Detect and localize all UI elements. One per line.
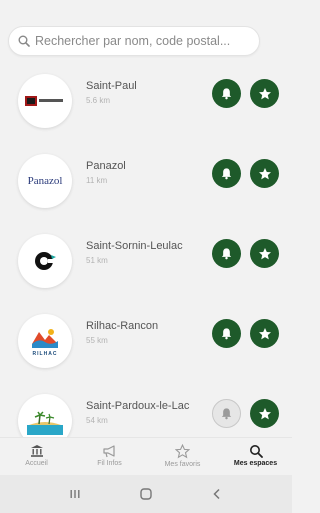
- commune-name: Saint-Pardoux-le-Lac: [86, 400, 190, 412]
- tab-mes-espaces[interactable]: Mes espaces: [219, 438, 292, 475]
- star-icon: [258, 407, 271, 419]
- commune-distance: 55 km: [86, 336, 108, 345]
- alert-button[interactable]: [212, 239, 241, 268]
- rilhac-logo-text: RILHAC: [32, 350, 58, 357]
- commune-logo: [18, 394, 72, 437]
- list-item[interactable]: RILHAC Rilhac-Rancon 55 km: [0, 302, 292, 382]
- commune-distance: 5.6 km: [86, 96, 111, 105]
- commune-list[interactable]: Saint-Paul 5.6 km Panazol Panazol 11 km: [0, 62, 292, 437]
- search-icon: [18, 35, 30, 47]
- favorite-button[interactable]: [250, 239, 279, 268]
- favorite-button[interactable]: [250, 319, 279, 348]
- favorite-button[interactable]: [250, 399, 279, 428]
- list-item[interactable]: Panazol Panazol 11 km: [0, 142, 292, 222]
- search-input[interactable]: [35, 34, 255, 48]
- bell-icon: [221, 408, 232, 420]
- commune-distance: 11 km: [86, 176, 108, 185]
- star-icon: [258, 327, 271, 339]
- tab-accueil[interactable]: Accueil: [0, 438, 73, 475]
- commune-logo: [18, 74, 72, 128]
- megaphone-icon: [102, 445, 115, 458]
- star-icon: [258, 167, 271, 179]
- search-icon: [249, 445, 263, 458]
- star-icon: [175, 444, 190, 459]
- tab-fil-infos[interactable]: Fil Infos: [73, 438, 146, 475]
- home-button[interactable]: [132, 482, 160, 506]
- recent-apps-button[interactable]: [61, 482, 89, 506]
- favorite-button[interactable]: [250, 79, 279, 108]
- tab-label: Accueil: [25, 460, 48, 467]
- favorite-button[interactable]: [250, 159, 279, 188]
- bell-icon: [221, 328, 232, 340]
- alert-button[interactable]: [212, 319, 241, 348]
- tab-mes-favoris[interactable]: Mes favoris: [146, 438, 219, 475]
- search-bar[interactable]: [8, 26, 260, 56]
- commune-name: Rilhac-Rancon: [86, 320, 159, 332]
- commune-name: Panazol: [86, 160, 126, 172]
- list-item[interactable]: Saint-Pardoux-le-Lac 54 km: [0, 382, 292, 437]
- bell-icon: [221, 248, 232, 260]
- alert-button[interactable]: [212, 399, 241, 428]
- tab-label: Mes espaces: [233, 460, 278, 467]
- chevron-left-icon: [213, 488, 220, 500]
- bank-icon: [30, 445, 43, 457]
- star-icon: [258, 247, 271, 259]
- panazol-logo-text: Panazol: [27, 175, 63, 187]
- commune-distance: 51 km: [86, 256, 108, 265]
- system-navigation-bar: [0, 475, 292, 513]
- commune-name: Saint-Paul: [86, 80, 137, 92]
- bell-icon: [221, 88, 232, 100]
- list-item[interactable]: Saint-Paul 5.6 km: [0, 62, 292, 142]
- back-button[interactable]: [203, 482, 231, 506]
- commune-logo: [18, 234, 72, 288]
- home-icon: [140, 488, 152, 500]
- commune-logo: RILHAC: [18, 314, 72, 368]
- tab-label: Mes favoris: [164, 461, 201, 468]
- commune-distance: 54 km: [86, 416, 108, 425]
- list-item[interactable]: Saint-Sornin-Leulac 51 km: [0, 222, 292, 302]
- commune-logo: Panazol: [18, 154, 72, 208]
- commune-name: Saint-Sornin-Leulac: [86, 240, 183, 252]
- alert-button[interactable]: [212, 159, 241, 188]
- star-icon: [258, 87, 271, 99]
- recent-apps-icon: [70, 490, 80, 498]
- bottom-tab-bar: Accueil Fil Infos Mes favoris Mes espace…: [0, 437, 292, 475]
- bell-icon: [221, 168, 232, 180]
- alert-button[interactable]: [212, 79, 241, 108]
- tab-label: Fil Infos: [97, 460, 122, 467]
